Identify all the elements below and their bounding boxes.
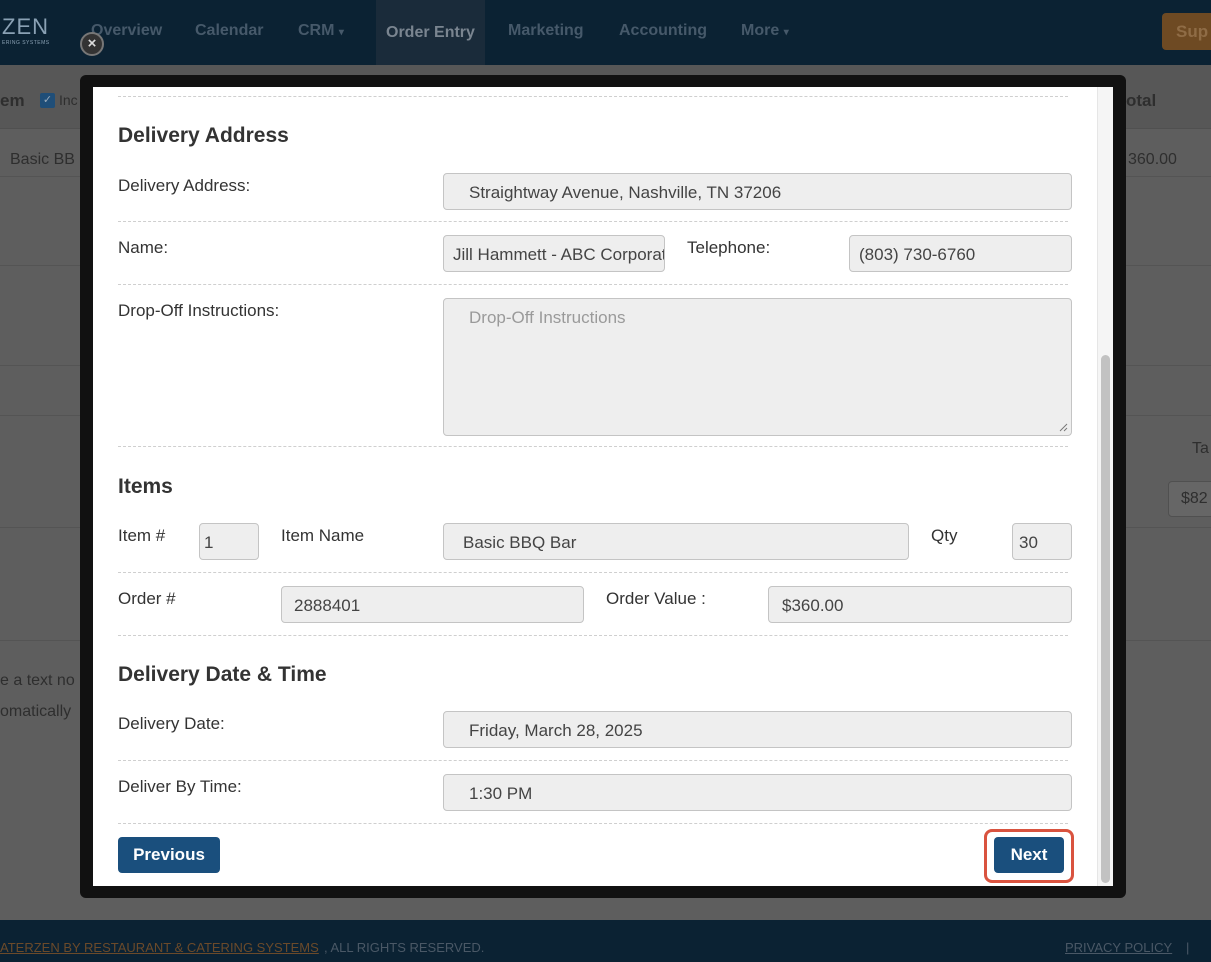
nav-crm[interactable]: CRM ▾ xyxy=(298,22,344,40)
divider xyxy=(118,572,1068,573)
divider xyxy=(118,760,1068,761)
order-number-label: Order # xyxy=(118,589,176,608)
tax-label: Ta xyxy=(1192,440,1209,457)
modal-scrollbar[interactable] xyxy=(1097,87,1113,886)
nav-crm-label: CRM xyxy=(298,22,335,39)
item-number-field[interactable]: 1 xyxy=(199,523,259,560)
divider xyxy=(118,446,1068,447)
copyright-text: , ALL RIGHTS RESERVED. xyxy=(324,940,485,955)
order-number-field[interactable]: 2888401 xyxy=(281,586,584,623)
telephone-label: Telephone: xyxy=(687,238,771,257)
divider xyxy=(118,284,1068,285)
order-value-label: Order Value : xyxy=(606,589,706,608)
divider xyxy=(118,635,1068,636)
name-label: Name: xyxy=(118,238,169,257)
footer-separator: | xyxy=(1186,940,1190,955)
item-column-header: em xyxy=(0,91,25,110)
nav-more-label: More xyxy=(741,22,780,39)
delivery-date-field[interactable]: Friday, March 28, 2025 xyxy=(443,711,1072,748)
row-total: 360.00 xyxy=(1128,151,1177,168)
delivery-address-field[interactable]: Straightway Avenue, Nashville, TN 37206 xyxy=(443,173,1072,210)
top-navigation-bar: ZEN ERING SYSTEMS Overview Calendar CRM … xyxy=(0,0,1211,65)
item-name-field[interactable]: Basic BBQ Bar xyxy=(443,523,909,560)
include-label: Inc xyxy=(59,92,78,108)
divider xyxy=(118,96,1068,97)
divider xyxy=(118,221,1068,222)
logo-subtext: ERING SYSTEMS xyxy=(2,40,50,46)
dropoff-instructions-label: Drop-Off Instructions: xyxy=(118,301,280,320)
app-logo[interactable]: ZEN ERING SYSTEMS xyxy=(0,14,60,50)
next-button[interactable]: Next xyxy=(994,837,1064,873)
support-button[interactable]: Sup xyxy=(1162,13,1211,50)
scrollbar-thumb[interactable] xyxy=(1101,355,1110,883)
nav-order-entry[interactable]: Order Entry xyxy=(376,0,485,65)
sms-note-line-1: e a text no xyxy=(0,672,75,689)
item-number-label: Item # xyxy=(118,526,166,545)
telephone-field[interactable]: (803) 730-6760 xyxy=(849,235,1072,272)
nav-accounting[interactable]: Accounting xyxy=(619,22,707,40)
row-item-name: Basic BB xyxy=(10,151,75,168)
logo-text: ZEN xyxy=(2,14,49,39)
resize-handle-icon[interactable] xyxy=(1058,422,1068,432)
nav-calendar[interactable]: Calendar xyxy=(195,22,263,40)
sms-note-line-2: omatically xyxy=(0,703,72,720)
name-field[interactable]: Jill Hammett - ABC Corporation xyxy=(443,235,665,272)
close-icon[interactable]: × xyxy=(80,32,104,56)
previous-button[interactable]: Previous xyxy=(118,837,220,873)
dropoff-instructions-textarea[interactable] xyxy=(443,298,1072,436)
items-heading: Items xyxy=(118,475,173,498)
caret-down-icon: ▾ xyxy=(338,27,344,38)
deliver-by-time-field[interactable]: 1:30 PM xyxy=(443,774,1072,811)
include-checkbox[interactable]: ✓ xyxy=(40,93,55,108)
divider xyxy=(118,823,1068,824)
nav-more[interactable]: More ▾ xyxy=(741,22,789,40)
company-link[interactable]: ATERZEN BY RESTAURANT & CATERING SYSTEMS xyxy=(0,940,319,955)
page-footer: ATERZEN BY RESTAURANT & CATERING SYSTEMS… xyxy=(0,920,1211,962)
delivery-date-label: Delivery Date: xyxy=(118,714,225,733)
qty-label: Qty xyxy=(931,526,958,545)
caret-down-icon: ▾ xyxy=(783,27,789,38)
nav-marketing[interactable]: Marketing xyxy=(508,22,584,40)
deliver-by-time-label: Deliver By Time: xyxy=(118,777,242,796)
tax-value: $82 xyxy=(1181,490,1208,507)
delivery-address-label: Delivery Address: xyxy=(118,176,251,195)
delivery-date-time-heading: Delivery Date & Time xyxy=(118,663,327,686)
delivery-address-heading: Delivery Address xyxy=(118,124,289,147)
privacy-policy-link[interactable]: PRIVACY POLICY xyxy=(1065,940,1172,955)
item-name-label: Item Name xyxy=(281,526,365,545)
qty-field[interactable]: 30 xyxy=(1012,523,1072,560)
order-value-field[interactable]: $360.00 xyxy=(768,586,1072,623)
total-column-header: otal xyxy=(1126,91,1157,110)
tax-input[interactable]: $82 xyxy=(1168,481,1211,517)
